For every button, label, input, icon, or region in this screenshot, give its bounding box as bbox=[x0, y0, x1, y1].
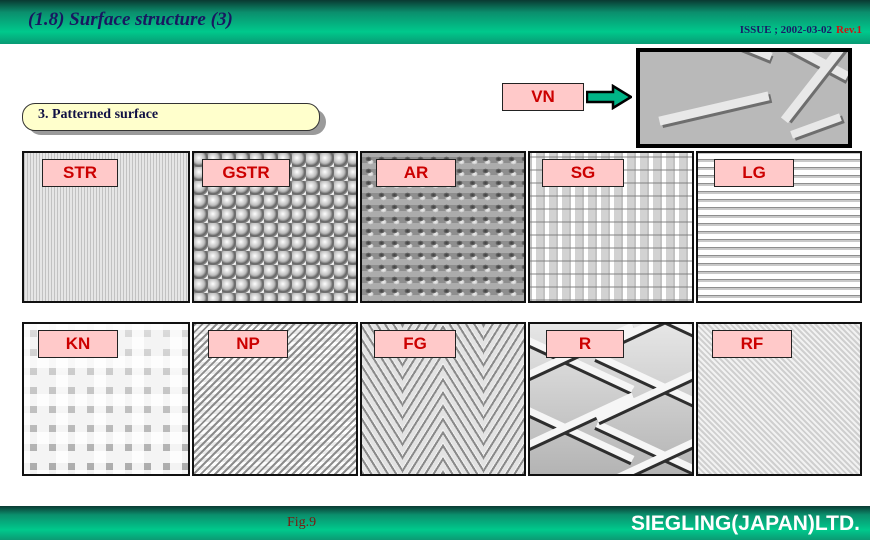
tile-label-ar: AR bbox=[376, 159, 456, 187]
tile-label-lg: LG bbox=[714, 159, 794, 187]
tile-label-sg: SG bbox=[542, 159, 624, 187]
tile-r[interactable]: R bbox=[528, 322, 694, 476]
callout-label: 3. Patterned surface bbox=[38, 107, 159, 122]
tile-label-r: R bbox=[546, 330, 624, 358]
tile-label-rf: RF bbox=[712, 330, 792, 358]
footer-bar: Fig.9 SIEGLING(JAPAN)LTD. bbox=[0, 506, 870, 540]
vn-label-box: VN bbox=[502, 83, 584, 111]
tile-ar[interactable]: AR bbox=[360, 151, 526, 303]
issue-date: ISSUE ; 2002-03-02 bbox=[739, 24, 833, 36]
tile-gstr[interactable]: GSTR bbox=[192, 151, 358, 303]
tile-label-kn: KN bbox=[38, 330, 118, 358]
tile-str[interactable]: STR bbox=[22, 151, 190, 303]
tile-rf[interactable]: RF bbox=[696, 322, 862, 476]
right-arrow-icon bbox=[585, 83, 634, 111]
tile-label-str: STR bbox=[42, 159, 118, 187]
header-bar: (1.8) Surface structure (3) ISSUE ; 2002… bbox=[0, 0, 870, 44]
tile-kn[interactable]: KN bbox=[22, 322, 190, 476]
slide: (1.8) Surface structure (3) ISSUE ; 2002… bbox=[0, 0, 870, 540]
tile-label-np: NP bbox=[208, 330, 288, 358]
tile-label-gstr: GSTR bbox=[202, 159, 290, 187]
vn-label: VN bbox=[531, 87, 555, 106]
tile-lg[interactable]: LG bbox=[696, 151, 862, 303]
tile-sg[interactable]: SG bbox=[528, 151, 694, 303]
tile-np[interactable]: NP bbox=[192, 322, 358, 476]
figure-caption: Fig.9 bbox=[287, 515, 317, 530]
company-name: SIEGLING(JAPAN)LTD. bbox=[630, 512, 860, 535]
tile-fg[interactable]: FG bbox=[360, 322, 526, 476]
revision-badge: Rev.1 bbox=[836, 24, 862, 36]
tile-label-fg: FG bbox=[374, 330, 456, 358]
page-title: (1.8) Surface structure (3) bbox=[28, 9, 233, 30]
vn-surface-photo bbox=[636, 48, 852, 148]
issue-info: ISSUE ; 2002-03-02 Rev.1 bbox=[740, 24, 862, 36]
patterned-surface-callout: 3. Patterned surface bbox=[22, 103, 326, 135]
